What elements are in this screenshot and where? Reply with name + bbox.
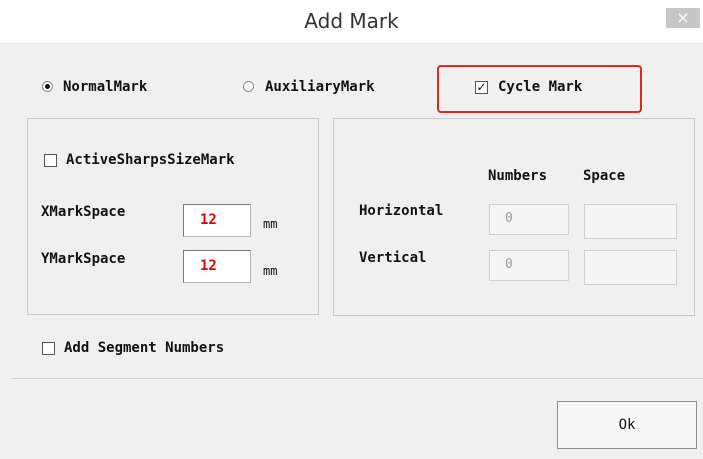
vertical-space-input[interactable] — [584, 250, 677, 285]
vertical-numbers-input[interactable]: 0 — [489, 250, 569, 281]
y-unit-label: mm — [263, 264, 278, 278]
ok-button[interactable]: Ok — [557, 401, 697, 449]
cycle-mark-label: Cycle Mark — [498, 79, 583, 95]
add-mark-dialog: Add Mark × NormalMark AuxiliaryMark ✓ Cy… — [0, 0, 703, 459]
vertical-label: Vertical — [359, 250, 427, 266]
normal-mark-radio[interactable] — [42, 81, 53, 92]
title-bar: Add Mark × — [0, 0, 703, 44]
y-mark-space-input[interactable]: 12 — [183, 250, 251, 283]
active-sharps-label: ActiveSharpsSizeMark — [66, 152, 235, 168]
numbers-column-header: Numbers — [488, 168, 548, 184]
close-button[interactable]: × — [666, 8, 700, 28]
x-unit-label: mm — [263, 217, 278, 231]
horizontal-label: Horizontal — [359, 203, 444, 219]
x-mark-space-input[interactable]: 12 — [183, 204, 251, 237]
space-column-header: Space — [583, 168, 626, 184]
footer-separator — [12, 378, 703, 379]
active-sharps-checkbox[interactable] — [44, 154, 57, 167]
horizontal-numbers-input[interactable]: 0 — [489, 204, 569, 235]
normal-mark-label: NormalMark — [63, 79, 148, 95]
horizontal-space-input[interactable] — [584, 204, 677, 239]
auxiliary-mark-label: AuxiliaryMark — [265, 79, 375, 95]
auxiliary-mark-radio[interactable] — [243, 81, 254, 92]
add-segment-numbers-label: Add Segment Numbers — [64, 340, 225, 356]
dialog-title: Add Mark — [304, 9, 399, 33]
add-segment-numbers-checkbox[interactable] — [42, 342, 55, 355]
x-mark-space-label: XMarkSpace — [41, 204, 126, 220]
y-mark-space-label: YMarkSpace — [41, 251, 126, 267]
cycle-mark-checkbox[interactable]: ✓ — [475, 81, 488, 94]
